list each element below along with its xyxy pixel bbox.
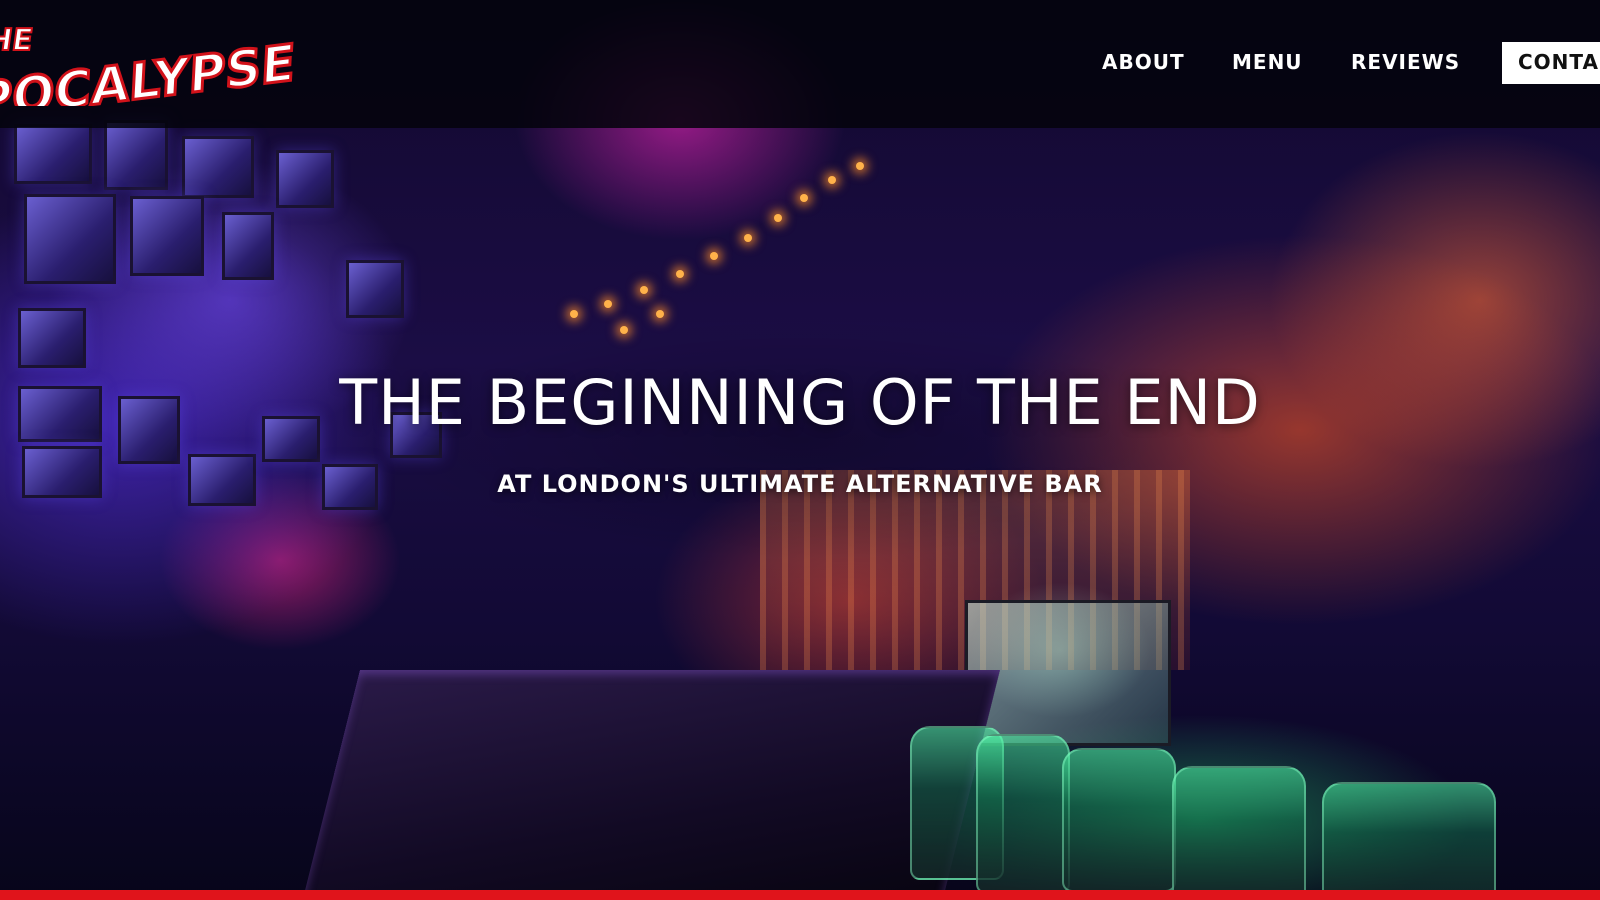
site-header: HE POCALYPSE ABOUT MENU REVIEWS CONTACT [0,0,1600,128]
nav-contact-label: CONTACT [1518,50,1600,74]
hero-subtitle: AT LONDON'S ULTIMATE ALTERNATIVE BAR [497,470,1103,498]
nav-about[interactable]: ABOUT [1102,50,1185,74]
svg-text:HE: HE [0,23,35,58]
hero-title: THE BEGINNING OF THE END [339,366,1261,439]
svg-text:POCALYPSE: POCALYPSE [0,33,294,106]
logo-wordmark: HE POCALYPSE [0,22,294,106]
nav-contact-button[interactable]: CONTACT [1502,42,1600,84]
hero-text-vignette [0,0,1600,900]
nav-reviews[interactable]: REVIEWS [1351,50,1460,74]
nav-menu[interactable]: MENU [1232,50,1303,74]
hero-background-image [0,0,1600,900]
bottom-accent-bar [0,890,1600,900]
site-logo[interactable]: HE POCALYPSE [0,6,294,106]
page: HE POCALYPSE ABOUT MENU REVIEWS CONTACT … [0,0,1600,900]
